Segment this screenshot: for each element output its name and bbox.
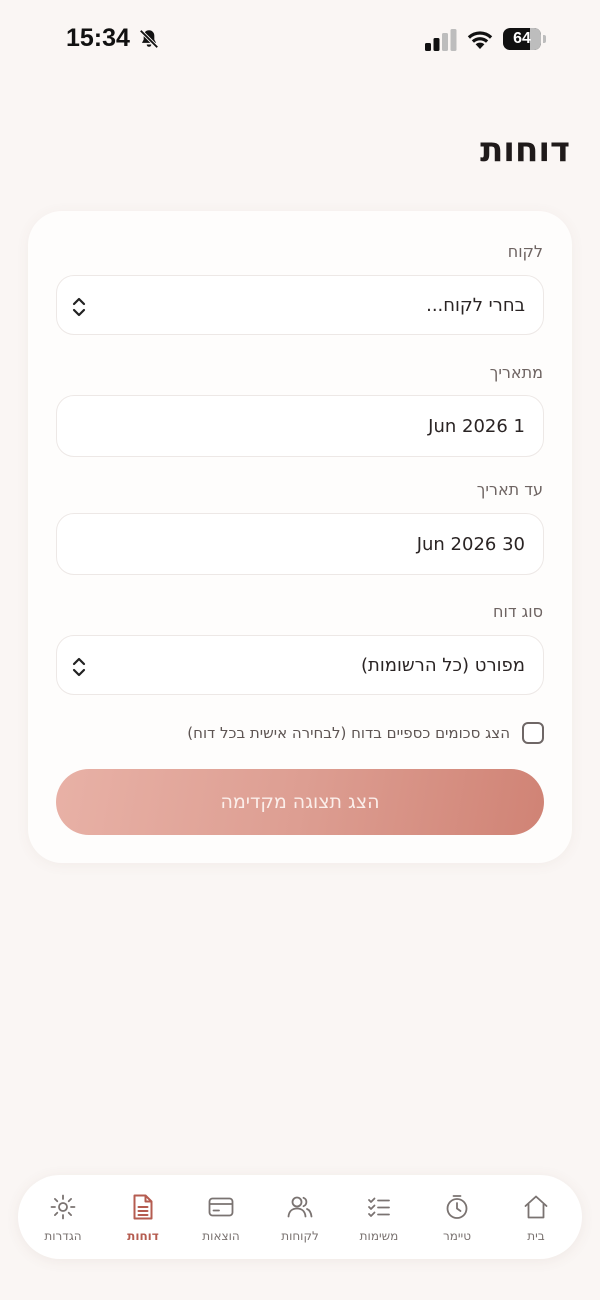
show-amounts-row[interactable]: הצג סכומים כספיים בדוח (לבחירה אישית בכל… [187,721,544,745]
client-select-value: בחרי לקוח... [426,295,525,316]
client-select[interactable]: בחרי לקוח... [56,275,544,335]
page-title: דוחות [480,130,570,170]
report-type-select[interactable]: מפורט (כל הרשומות) [56,635,544,695]
report-type-label: סוג דוח [493,602,543,621]
to-date-label: עד תאריך [476,480,543,499]
home-icon [524,1195,548,1219]
tab-tasks-label: משימות [359,1229,399,1243]
status-bar: 15:34 64 [0,0,600,80]
show-amounts-label: הצג סכומים כספיים בדוח (לבחירה אישית בכל… [187,724,510,742]
credit-card-icon [208,1197,234,1217]
tab-timer-label: טיימר [442,1229,472,1243]
checklist-icon [368,1197,390,1217]
status-time: 15:34 [66,24,130,52]
from-date-label: מתאריך [489,363,543,382]
bottom-tab-bar: בית טיימר משימות לקוחות הוצאות דוחות הגד… [18,1175,582,1259]
tab-clients-label: לקוחות [281,1229,319,1243]
show-amounts-checkbox[interactable] [522,722,544,744]
chevron-up-down-icon [72,657,86,677]
client-label: לקוח [507,242,543,261]
preview-button[interactable]: הצג תצוגה מקדימה [56,769,544,835]
report-form-card: לקוח בחרי לקוח... מתאריך 1 Jun 2026 עד ת… [28,211,572,863]
stopwatch-icon [446,1195,468,1219]
gear-icon [50,1194,76,1220]
tab-reports[interactable]: דוחות [103,1175,183,1259]
tab-expenses-label: הוצאות [202,1229,240,1243]
signal-icon [425,29,457,51]
report-type-value: מפורט (כל הרשומות) [361,655,525,676]
tab-settings[interactable]: הגדרות [23,1175,103,1259]
wifi-icon [467,31,493,49]
tab-settings-label: הגדרות [44,1229,82,1243]
from-date-field[interactable]: 1 Jun 2026 [56,395,544,457]
tab-clients[interactable]: לקוחות [260,1175,340,1259]
battery-icon: 64 [503,28,547,50]
users-icon [287,1196,313,1218]
tab-home-label: בית [527,1229,545,1243]
to-date-value: 30 Jun 2026 [416,534,525,555]
tab-timer[interactable]: טיימר [417,1175,497,1259]
document-icon [133,1194,153,1220]
from-date-value: 1 Jun 2026 [428,416,525,437]
tab-expenses[interactable]: הוצאות [181,1175,261,1259]
tab-tasks[interactable]: משימות [339,1175,419,1259]
tab-home[interactable]: בית [496,1175,576,1259]
chevron-up-down-icon [72,297,86,317]
to-date-field[interactable]: 30 Jun 2026 [56,513,544,575]
battery-level: 64 [503,28,541,50]
bell-slash-icon [139,29,159,49]
tab-reports-label: דוחות [127,1229,159,1243]
